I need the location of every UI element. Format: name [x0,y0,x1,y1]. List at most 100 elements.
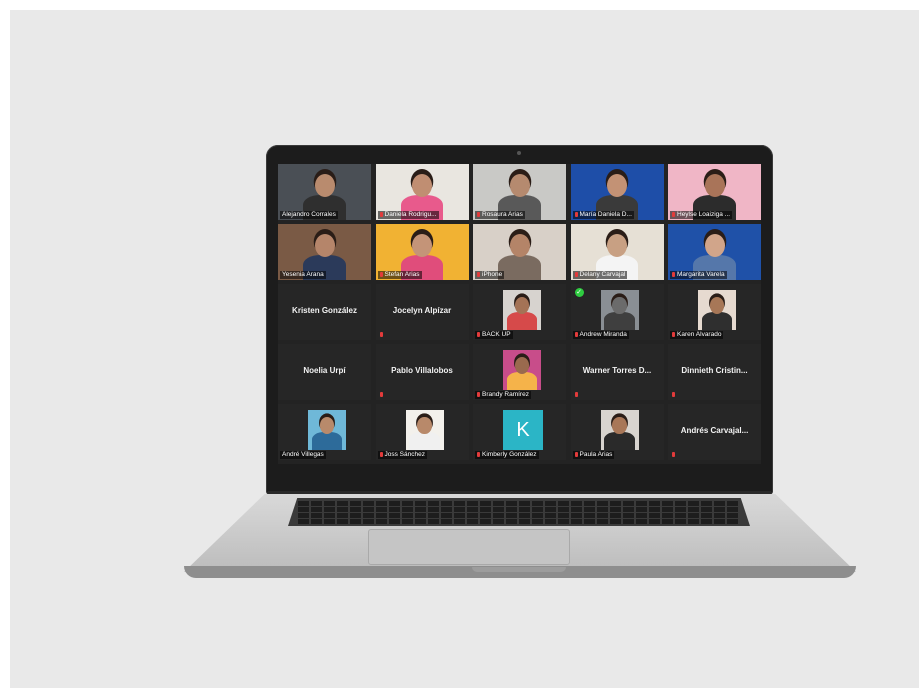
person-head [412,174,432,197]
participant-name-display: Warner Torres D... [582,366,652,375]
person-head [514,357,530,374]
participant-name: iPhone [482,271,503,278]
person-body [409,432,440,450]
participant-tile[interactable]: Warner Torres D... [570,344,664,400]
muted-mic-icon [672,212,675,217]
laptop-keyboard [288,498,750,526]
participant-tile[interactable]: Brandy Ramírez [473,344,566,400]
participant-video [308,410,346,450]
participant-name: Stefan Arias [384,271,420,278]
person-body [498,255,541,280]
video-call-gallery: Alejandro Corrales Daniela Rodrigu... Rosa… [278,164,761,464]
participant-name-label: André Villegas [280,451,326,459]
participant-name-display: Noelia Urpí [303,366,346,375]
muted-mic-icon [477,212,480,217]
participant-name: Kimberly González [482,451,537,458]
person-body [311,432,343,450]
participant-tile[interactable]: María Daniela D... [570,164,664,220]
participant-tile[interactable]: iPhone [473,224,566,280]
participant-name-label: María Daniela D... [572,211,634,219]
participant-tile[interactable]: ✓ Andrew Miranda [570,284,664,340]
participant-name-label: Brandy Ramírez [475,391,531,399]
participant-name-label: Margarita Varela [670,271,727,279]
person-head [612,417,627,434]
participant-video [600,410,639,450]
participant-name-label: Delany Carvajal [572,271,628,279]
participant-tile[interactable]: Delany Carvajal [570,224,664,280]
muted-mic-icon [379,392,383,397]
participant-name-display: Dinnieth Cristin... [681,366,748,375]
participant-name: Karen Alvarado [677,331,722,338]
participant-name: Rosaura Arias [482,211,523,218]
muted-mic-icon [379,272,383,277]
muted-mic-icon [574,212,578,217]
muted-mic-icon [477,332,480,337]
participant-name: Paula Arias [579,451,613,458]
participant-tile[interactable]: Alejandro Corrales [278,164,371,220]
participant-name: Brandy Ramírez [482,391,529,398]
participant-tile[interactable]: Andrés Carvajal... [668,404,761,460]
participant-name: Alejandro Corrales [282,211,336,218]
participant-video [698,290,736,330]
participant-name-label: iPhone [475,271,505,279]
participant-tile[interactable]: Stefan Arias [375,224,469,280]
person-head [612,297,627,314]
person-head [319,417,335,434]
muted-mic-icon [477,272,480,277]
participant-tile[interactable]: Rosaura Arias [473,164,566,220]
person-head [607,174,627,197]
participant-name-label: Rosaura Arias [475,211,525,219]
participant-tile[interactable]: Pablo Villalobos [375,344,469,400]
participant-name: Margarita Varela [677,271,725,278]
muted-mic-icon [672,452,675,457]
participant-tile[interactable]: Heylse Loaiziga ... [668,164,761,220]
participant-tile[interactable]: Yesenia Arana [278,224,371,280]
participant-name-label: Heylse Loaiziga ... [670,211,733,219]
participant-name: María Daniela D... [579,211,632,218]
person-body [701,312,733,330]
participant-tile[interactable]: K Kimberly González [473,404,566,460]
participant-tile[interactable]: Kristen González [278,284,371,340]
muted-mic-icon [477,452,480,457]
participant-video [503,350,541,390]
participant-tile[interactable]: Dinnieth Cristin... [668,344,761,400]
participant-name-label: Karen Alvarado [670,331,724,339]
participant-name: André Villegas [282,451,324,458]
laptop-trackpad [368,529,570,565]
participant-video [600,290,639,330]
participant-tile[interactable]: Karen Alvarado [668,284,761,340]
laptop-notch [472,567,566,572]
participant-tile[interactable]: Jocelyn Alpízar [375,284,469,340]
muted-mic-icon [379,452,383,457]
muted-mic-icon [574,392,578,397]
participant-tile[interactable]: Paula Arias [570,404,664,460]
participant-name-label: BACK UP [475,331,513,339]
person-head [509,234,530,257]
participant-tile[interactable]: BACK UP [473,284,566,340]
person-head [417,417,432,434]
participant-tile[interactable]: Noelia Urpí [278,344,371,400]
person-head [704,174,725,197]
participant-tile[interactable]: Joss Sánchez [375,404,469,460]
person-body [506,372,538,390]
muted-mic-icon [672,272,675,277]
participant-name: Daniela Rodrigu... [384,211,437,218]
muted-mic-icon [672,332,675,337]
participant-name-label: Joss Sánchez [377,451,427,459]
person-head [412,234,432,257]
muted-mic-icon [379,212,383,217]
participant-tile[interactable]: André Villegas [278,404,371,460]
participant-tile[interactable]: Margarita Varela [668,224,761,280]
participant-name: Delany Carvajal [579,271,626,278]
muted-mic-icon [574,272,578,277]
participant-name: BACK UP [482,331,511,338]
participant-name-label: Yesenia Arana [280,271,326,279]
person-head [709,297,725,314]
muted-mic-icon [379,332,383,337]
person-head [607,234,627,257]
person-head [314,234,335,257]
participant-tile[interactable]: Daniela Rodrigu... [375,164,469,220]
participant-name-display: Pablo Villalobos [391,366,453,375]
muted-mic-icon [574,452,578,457]
participant-name: Heylse Loaiziga ... [677,211,731,218]
